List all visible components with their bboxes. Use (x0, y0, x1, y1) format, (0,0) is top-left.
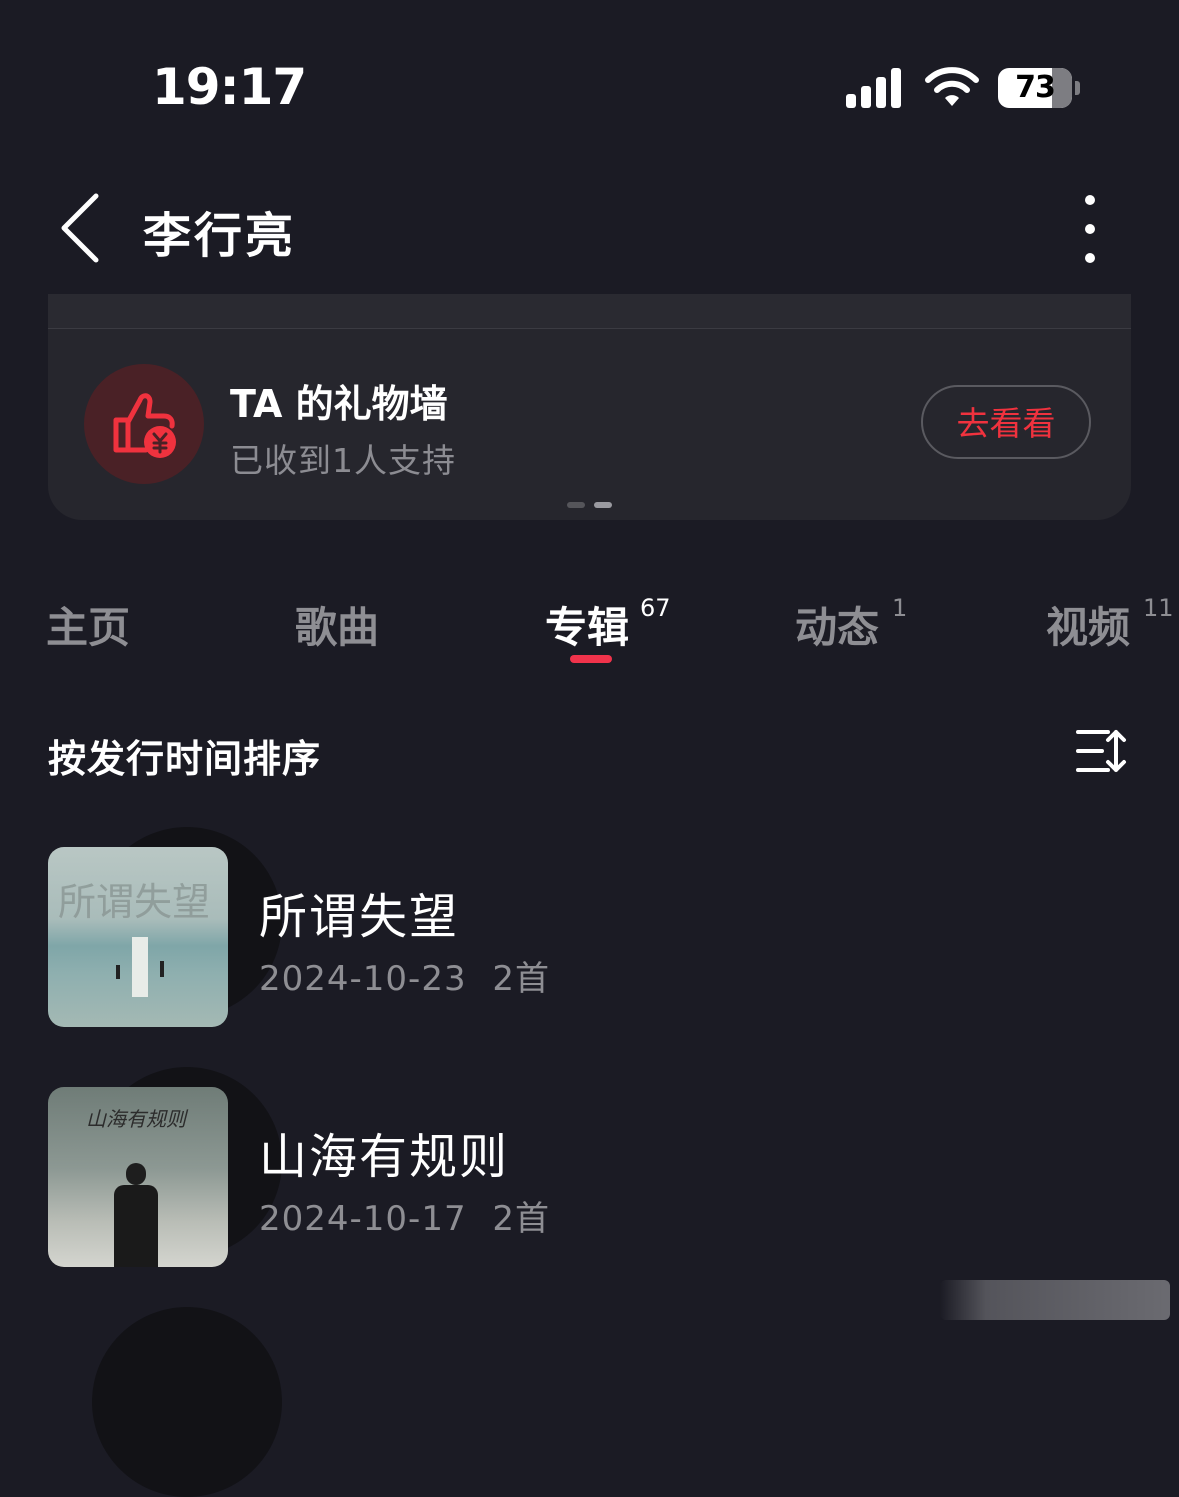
battery-icon: 73 (998, 68, 1082, 108)
album-meta: 2024-10-23 2首 (259, 951, 550, 1000)
active-tab-indicator (570, 655, 612, 663)
album-track-count: 2首 (492, 1199, 551, 1239)
tab-count: 67 (640, 594, 671, 622)
status-time: 19:17 (152, 58, 307, 116)
album-track-count: 2首 (492, 959, 551, 999)
album-release-date: 2024-10-17 (259, 1199, 467, 1239)
gift-icon-circle (84, 364, 204, 484)
card-top-strip (48, 294, 1131, 328)
thumbs-up-yuan-icon (113, 393, 176, 458)
page-indicator-dot (567, 502, 585, 508)
tab-activity[interactable]: 动态 1 (795, 594, 907, 655)
tab-label: 主页 (46, 603, 131, 652)
album-meta: 2024-10-17 2首 (259, 1191, 550, 1240)
sort-label[interactable]: 按发行时间排序 (48, 728, 321, 783)
sort-order-icon[interactable] (1076, 728, 1128, 774)
tab-count: 1 (892, 594, 908, 622)
back-arrow-icon[interactable] (58, 192, 102, 264)
tab-home[interactable]: 主页 (46, 594, 130, 655)
album-row[interactable]: 山海有规则 山海有规则 2024-10-17 2首 (48, 1067, 1131, 1277)
album-cover: 山海有规则 (48, 1087, 228, 1267)
page-title: 李行亮 (143, 208, 297, 264)
go-see-button[interactable]: 去看看 (921, 385, 1091, 459)
album-title: 山海有规则 (259, 1129, 510, 1185)
tab-count: 11 (1143, 594, 1174, 622)
watermark-logo (940, 1280, 1170, 1320)
tab-label: 视频 (1046, 603, 1131, 652)
album-row[interactable]: 所谓失望 所谓失望 2024-10-23 2首 (48, 827, 1131, 1037)
tab-label: 动态 (795, 603, 880, 652)
tab-songs[interactable]: 歌曲 (295, 594, 379, 655)
more-options-icon[interactable] (1072, 192, 1108, 266)
gift-wall-title: TA 的礼物墙 (230, 382, 448, 426)
album-cover-text: 所谓失望 (58, 880, 211, 924)
tab-label: 专辑 (545, 603, 630, 652)
album-release-date: 2024-10-23 (259, 959, 467, 999)
gift-wall-subtitle: 已收到1人支持 (230, 441, 456, 480)
tab-videos[interactable]: 视频 11 (1046, 594, 1174, 655)
cellular-signal-icon (846, 68, 901, 108)
album-cover: 所谓失望 (48, 847, 228, 1027)
tab-label: 歌曲 (295, 603, 380, 652)
page-indicator-dot-active (594, 502, 612, 508)
tab-albums[interactable]: 专辑 67 (545, 594, 671, 655)
album-title: 所谓失望 (259, 889, 460, 945)
album-cover-text: 山海有规则 (86, 1107, 186, 1131)
wifi-icon (925, 67, 979, 106)
battery-level: 73 (1015, 70, 1056, 105)
vinyl-disc (92, 1307, 282, 1497)
